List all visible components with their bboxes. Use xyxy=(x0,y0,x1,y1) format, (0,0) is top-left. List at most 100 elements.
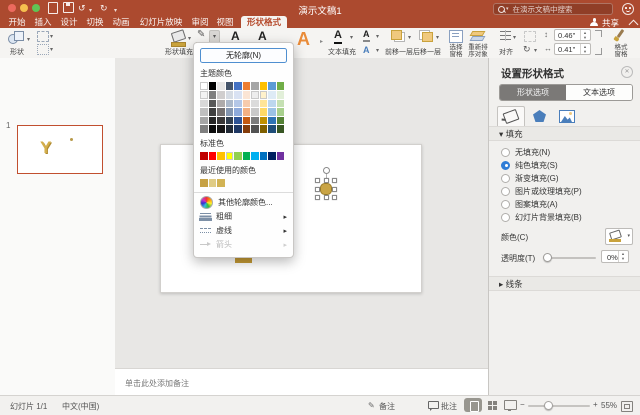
fill-option-picture[interactable]: 图片或纹理填充(P) xyxy=(501,185,582,197)
color-swatch[interactable] xyxy=(217,151,225,160)
color-swatch[interactable] xyxy=(234,82,242,90)
text-outline-icon[interactable]: A xyxy=(363,30,370,42)
color-swatch[interactable] xyxy=(234,151,242,160)
color-swatch[interactable] xyxy=(276,151,284,160)
fill-section-header[interactable]: ▾ 填充 xyxy=(489,126,640,141)
color-swatch[interactable] xyxy=(251,125,259,133)
text-effects-icon[interactable]: A xyxy=(363,45,370,55)
radio-icon[interactable] xyxy=(501,186,510,196)
color-swatch[interactable] xyxy=(200,91,208,99)
rotate-icon[interactable]: ↻ xyxy=(523,44,531,55)
color-swatch[interactable] xyxy=(268,82,276,90)
width-stepper[interactable]: ▴ ▾ xyxy=(580,44,589,54)
radio-icon[interactable] xyxy=(501,173,510,183)
tab-text-options[interactable]: 文本选项 xyxy=(566,85,632,100)
outline-weight-item[interactable]: 粗细 ▸ xyxy=(200,210,287,224)
text-box-icon[interactable] xyxy=(37,44,49,55)
color-swatch[interactable] xyxy=(251,151,259,160)
bring-forward-icon[interactable] xyxy=(391,30,405,42)
color-swatch[interactable] xyxy=(217,125,225,133)
slideshow-view-icon[interactable] xyxy=(504,400,517,411)
align-button[interactable]: 对齐 xyxy=(498,47,514,57)
more-outline-colors-item[interactable]: 其他轮廓颜色... xyxy=(200,196,287,210)
color-swatch[interactable] xyxy=(268,108,276,116)
color-swatch[interactable] xyxy=(217,99,225,107)
slider-thumb[interactable] xyxy=(543,253,552,262)
wordart-style-1[interactable]: A xyxy=(231,29,240,43)
close-pane-icon[interactable]: ✕ xyxy=(621,66,633,78)
tab-home[interactable]: 开始 xyxy=(8,17,26,28)
selection-pane-icon[interactable] xyxy=(449,30,463,43)
color-swatch[interactable] xyxy=(225,108,233,116)
color-swatch[interactable] xyxy=(276,99,284,107)
tab-shape-format[interactable]: 形状格式 xyxy=(241,16,287,28)
shapes-button[interactable]: 形状 xyxy=(6,47,28,57)
wordart-gallery-next-icon[interactable]: ▸ xyxy=(320,38,323,45)
color-swatch[interactable] xyxy=(208,108,216,116)
color-swatch[interactable] xyxy=(234,108,242,116)
color-swatch[interactable] xyxy=(251,108,259,116)
no-outline-option[interactable]: 无轮廓(N) xyxy=(200,48,287,63)
color-swatch[interactable] xyxy=(251,99,259,107)
color-swatch[interactable] xyxy=(225,99,233,107)
text-fill-button[interactable]: 文本填充 xyxy=(327,47,357,57)
fill-option-gradient[interactable]: 渐变填充(G) xyxy=(501,172,559,184)
tab-transitions[interactable]: 切换 xyxy=(86,17,104,28)
language-indicator[interactable]: 中文(中国) xyxy=(62,401,99,412)
zoom-percentage[interactable]: 55% xyxy=(601,401,617,410)
resize-handle-sw[interactable] xyxy=(315,195,320,200)
color-swatch[interactable] xyxy=(217,108,225,116)
color-swatch[interactable] xyxy=(276,108,284,116)
color-swatch[interactable] xyxy=(208,178,216,187)
color-swatch[interactable] xyxy=(276,116,284,124)
color-swatch[interactable] xyxy=(268,151,276,160)
color-swatch[interactable] xyxy=(242,151,250,160)
color-swatch[interactable] xyxy=(208,125,216,133)
color-swatch[interactable] xyxy=(217,91,225,99)
color-swatch[interactable] xyxy=(225,91,233,99)
color-swatch[interactable] xyxy=(268,116,276,124)
shape-height-field[interactable]: 0.46" ▴ ▾ xyxy=(554,29,591,41)
tab-review[interactable]: 审阅 xyxy=(191,17,209,28)
color-swatch[interactable] xyxy=(259,108,267,116)
color-swatch[interactable] xyxy=(200,178,208,187)
zoom-in-button[interactable]: + xyxy=(593,400,598,409)
fill-option-none[interactable]: 无填充(N) xyxy=(501,146,550,158)
feedback-smiley-icon[interactable] xyxy=(622,3,634,15)
color-swatch[interactable] xyxy=(276,91,284,99)
color-swatch[interactable] xyxy=(259,116,267,124)
outline-dashes-item[interactable]: 虚线 ▸ xyxy=(200,224,287,238)
color-swatch[interactable] xyxy=(268,125,276,133)
shape-width-field[interactable]: 0.41" ▴ ▾ xyxy=(554,43,591,55)
color-swatch[interactable] xyxy=(242,116,250,124)
color-swatch[interactable] xyxy=(259,151,267,160)
color-swatch[interactable] xyxy=(268,91,276,99)
color-swatch[interactable] xyxy=(259,99,267,107)
color-swatch[interactable] xyxy=(200,151,208,160)
color-swatch[interactable] xyxy=(200,125,208,133)
resize-handle-n[interactable] xyxy=(324,178,329,183)
color-swatch[interactable] xyxy=(276,125,284,133)
zoom-slider-thumb[interactable] xyxy=(544,401,553,410)
resize-handle-s[interactable] xyxy=(324,195,329,200)
color-swatch[interactable] xyxy=(225,82,233,90)
color-swatch[interactable] xyxy=(200,82,208,90)
selection-pane-button[interactable]: 选择 窗格 xyxy=(446,44,466,58)
notes-pane[interactable]: 单击此处添加备注 xyxy=(115,368,488,396)
color-swatch[interactable] xyxy=(251,116,259,124)
color-swatch[interactable] xyxy=(259,91,267,99)
fit-slide-to-window-icon[interactable] xyxy=(621,401,633,412)
radio-icon[interactable] xyxy=(501,212,510,222)
bring-forward-button[interactable]: 前移一层 xyxy=(384,47,414,57)
radio-selected-icon[interactable] xyxy=(501,160,510,170)
color-swatch[interactable] xyxy=(234,116,242,124)
color-swatch[interactable] xyxy=(242,108,250,116)
color-swatch[interactable] xyxy=(217,116,225,124)
resize-handle-nw[interactable] xyxy=(315,178,320,183)
insert-shape-icon[interactable] xyxy=(8,31,24,44)
tab-insert[interactable]: 插入 xyxy=(34,17,52,28)
shape-fill-button[interactable]: 形状填充 xyxy=(164,47,194,57)
resize-handle-se[interactable] xyxy=(332,195,337,200)
color-swatch[interactable] xyxy=(217,178,225,187)
color-swatch[interactable] xyxy=(208,116,216,124)
